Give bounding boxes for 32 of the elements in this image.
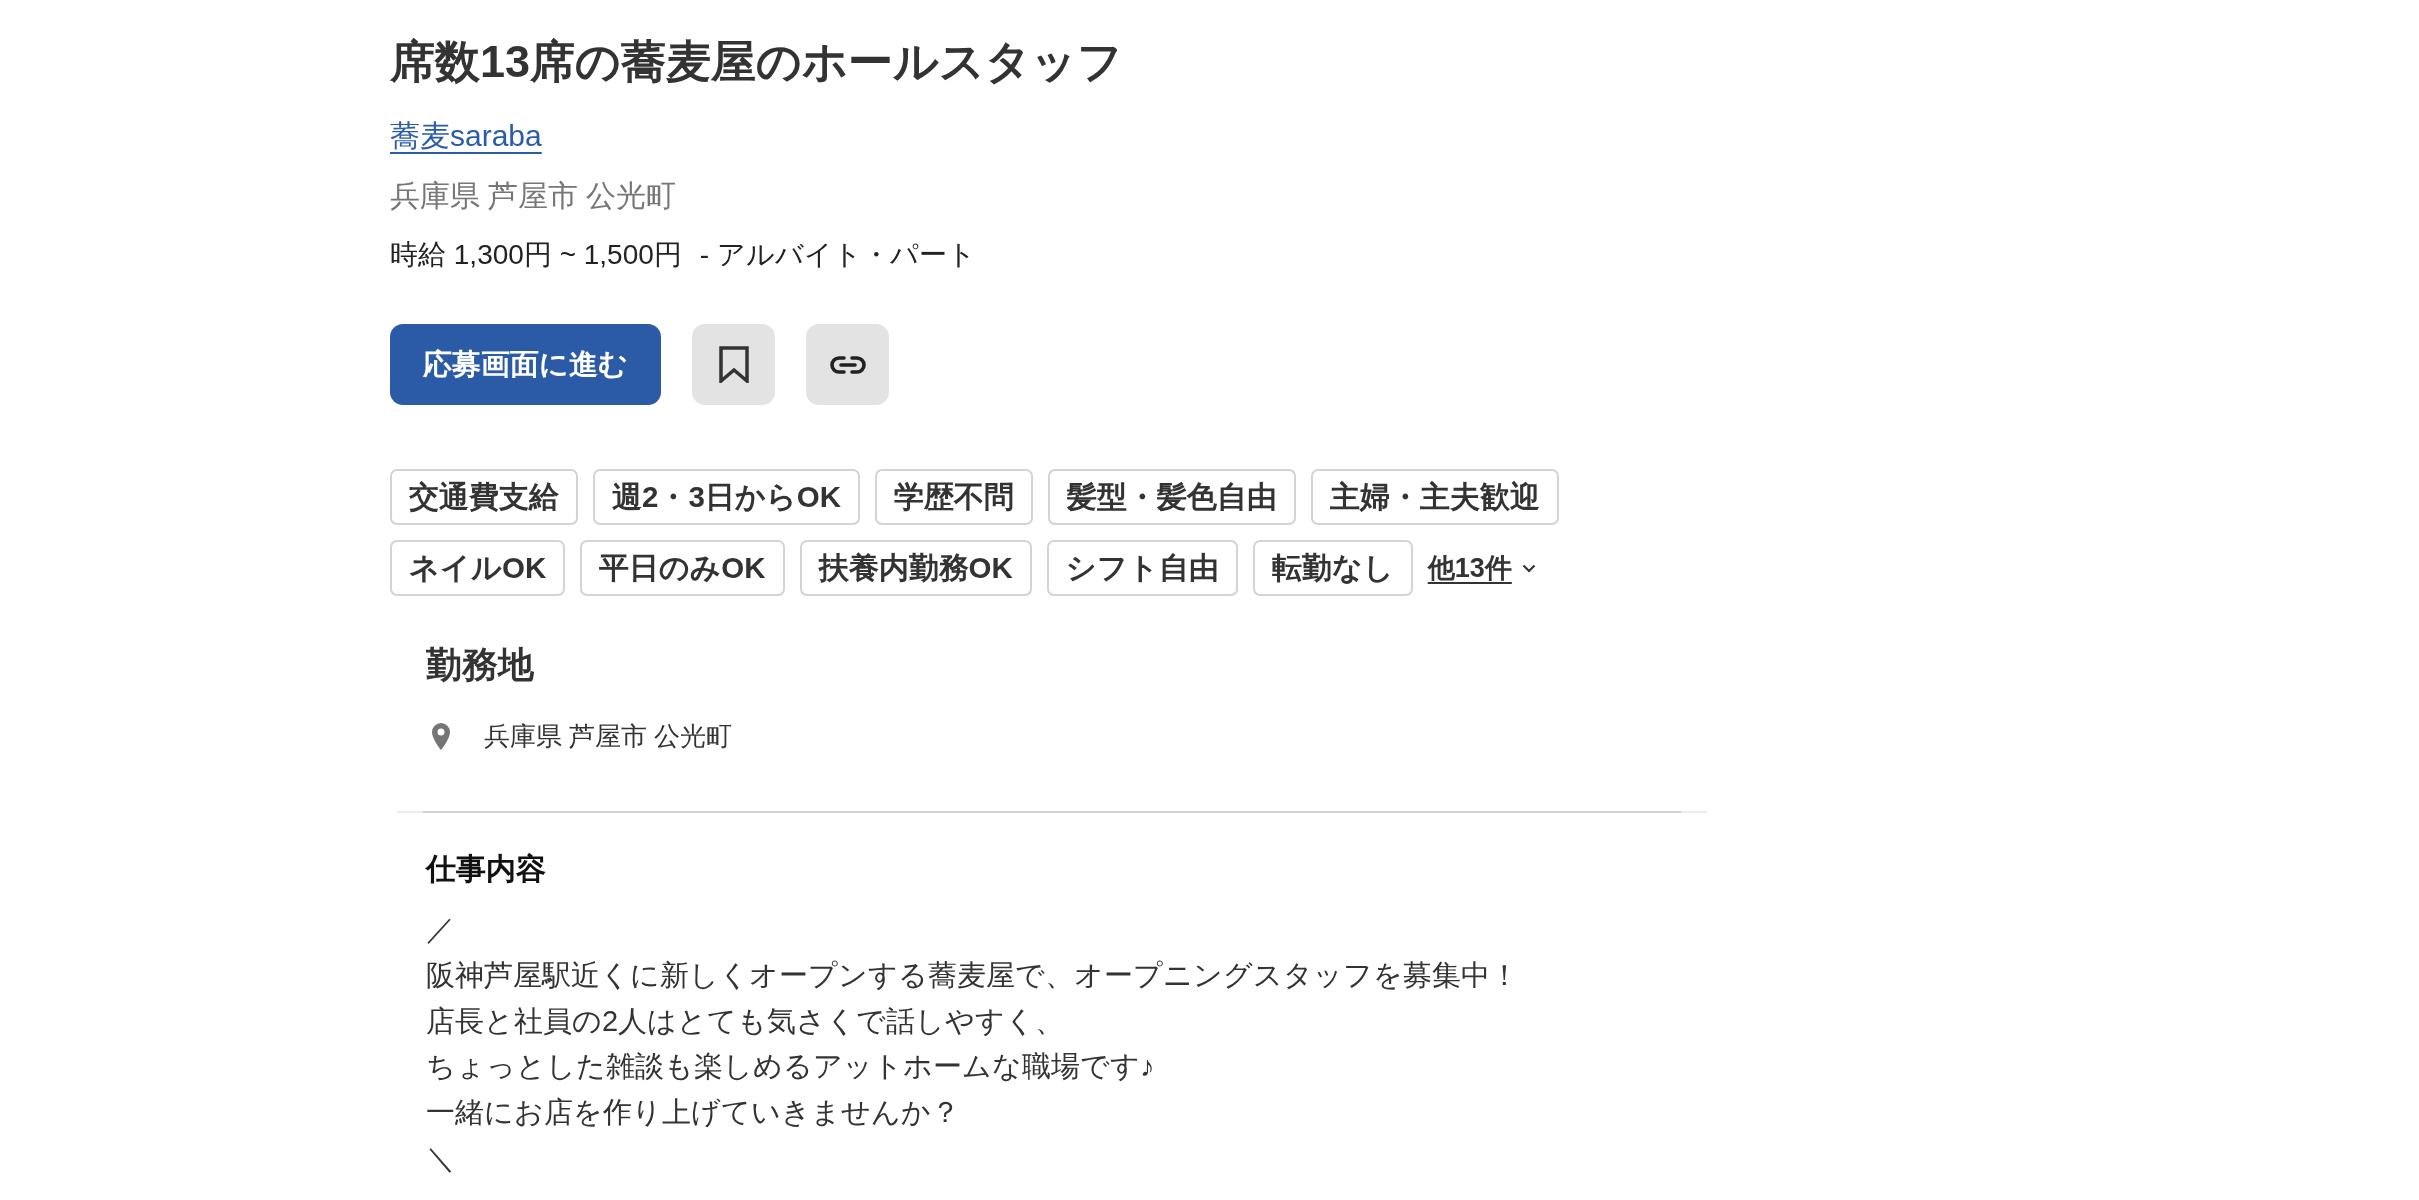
feature-tag: 転勤なし — [1252, 540, 1413, 596]
bookmark-icon — [718, 346, 749, 383]
description-line: ／ — [426, 912, 455, 947]
location-pin-icon — [432, 722, 450, 750]
description-line: ちょっとした雑談も楽しめるアットホームな職場です♪ — [426, 1049, 1155, 1085]
address-text: 兵庫県 芦屋市 公光町 — [484, 720, 733, 753]
feature-tag: シフト自由 — [1046, 540, 1238, 596]
link-icon — [828, 354, 867, 375]
feature-tag: 髪型・髪色自由 — [1048, 469, 1297, 525]
company-link[interactable]: 蕎麦saraba — [390, 115, 542, 156]
feature-tag: 主婦・主夫歓迎 — [1311, 469, 1560, 525]
section-heading: 勤務地 — [426, 643, 534, 687]
bookmark-button[interactable] — [692, 324, 775, 405]
copy-link-button[interactable] — [806, 324, 889, 405]
feature-tag: 平日のみOK — [580, 540, 785, 596]
feature-tag: 交通費支給 — [390, 469, 578, 525]
description-line: 店長と社員の2人はとても気さくで話しやすく、 — [426, 1003, 1065, 1039]
chevron-down-icon — [1521, 563, 1536, 573]
employment-type-text: - アルバイト・パート — [699, 238, 976, 272]
description-line: 一緒にお店を作り上げていきませんか？ — [426, 1095, 960, 1131]
description-line: ＼ — [426, 1141, 455, 1176]
apply-button[interactable]: 応募画面に進む — [390, 324, 661, 405]
feature-tag: ネイルOK — [390, 540, 566, 596]
feature-tag: 扶養内勤務OK — [799, 540, 1032, 596]
feature-tag: 週2・3日からOK — [593, 469, 861, 525]
salary-text: 時給 1,300円 ~ 1,500円 — [390, 238, 682, 272]
job-title: 席数13席の蕎麦屋のホールスタッフ — [390, 35, 1124, 89]
section-heading: 仕事内容 — [426, 851, 546, 887]
location-text: 兵庫県 芦屋市 公光町 — [390, 178, 677, 214]
more-tags-link[interactable]: 他13件 — [1427, 540, 1536, 596]
description-line: 阪神芦屋駅近くに新しくオープンする蕎麦屋で、オープニングスタッフを募集中！ — [426, 957, 1519, 993]
feature-tag: 学歴不問 — [875, 469, 1034, 525]
